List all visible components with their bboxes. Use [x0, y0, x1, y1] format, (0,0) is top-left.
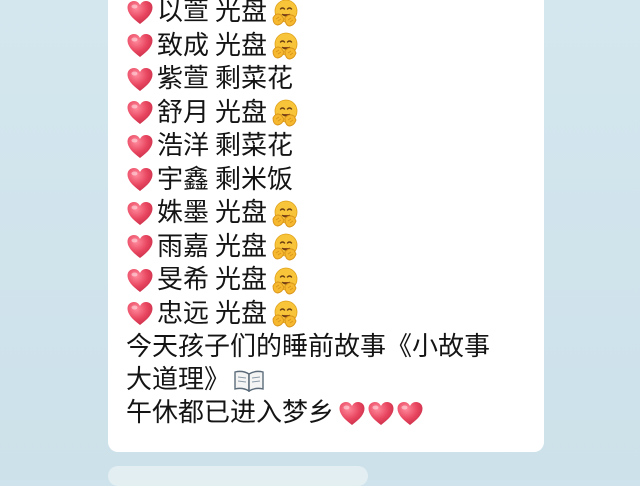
child-name: 致成 [157, 30, 210, 61]
heart-icon [127, 67, 153, 91]
heart-icon [397, 401, 423, 425]
child-name: 忠远 [157, 298, 210, 329]
message-line: 旻希 光盘 [126, 264, 544, 298]
message-list: 以萱 光盘 致成 光盘 紫萱 剩菜花 舒月 光盘 浩洋 剩菜花 宇鑫 剩米饭 姝墨 光盘 雨嘉 光盘 旻希 光盘忠… [126, 0, 544, 331]
meal-status: 光盘 [215, 30, 268, 61]
meal-status: 光盘 [215, 265, 268, 295]
next-message-preview [108, 466, 368, 486]
message-line: 以萱 光盘 [126, 0, 544, 30]
heart-icon [127, 302, 153, 326]
heart-icon [127, 268, 153, 292]
heart-icon [127, 34, 153, 58]
hugging-face-icon [272, 99, 298, 127]
child-name: 雨嘉 [157, 231, 210, 262]
story-line-1: 今天孩子们的睡前故事《小故事 [126, 331, 544, 364]
heart-icon [127, 0, 153, 24]
message-line: 忠远 光盘 [126, 298, 544, 332]
nap-line: 午休都已进入梦乡 [126, 397, 544, 430]
heart-icon [339, 401, 365, 425]
child-name: 宇鑫 [157, 164, 210, 195]
hugging-face-icon [272, 300, 298, 328]
message-line: 舒月 光盘 [126, 97, 544, 131]
message-line: 姝墨 光盘 [126, 197, 544, 231]
meal-status: 光盘 [215, 231, 268, 262]
hugging-face-icon [272, 267, 298, 295]
meal-status: 剩菜花 [215, 64, 294, 94]
child-name: 旻希 [157, 265, 210, 295]
story-text-2: 大道理》 [126, 365, 231, 395]
hugging-face-icon [272, 200, 298, 228]
child-name: 舒月 [157, 97, 210, 128]
nap-hearts [338, 400, 425, 428]
hugging-face-icon [272, 0, 298, 27]
heart-icon [368, 401, 394, 425]
open-book-icon [234, 370, 264, 392]
meal-status: 光盘 [215, 0, 268, 27]
meal-status: 剩米饭 [215, 164, 294, 195]
hugging-face-icon [272, 32, 298, 60]
child-name: 姝墨 [157, 198, 210, 228]
hugging-face-icon [272, 233, 298, 261]
meal-status: 光盘 [215, 97, 268, 128]
heart-icon [127, 101, 153, 125]
message-bubble[interactable]: 以萱 光盘 致成 光盘 紫萱 剩菜花 舒月 光盘 浩洋 剩菜花 宇鑫 剩米饭 姝墨 光盘 雨嘉 光盘 旻希 光盘忠… [108, 0, 544, 452]
message-line: 紫萱 剩菜花 [126, 63, 544, 97]
story-line-2: 大道理》 [126, 364, 544, 397]
child-name: 以萱 [157, 0, 210, 27]
heart-icon [127, 168, 153, 192]
message-line: 宇鑫 剩米饭 [126, 164, 544, 198]
message-line: 雨嘉 光盘 [126, 231, 544, 265]
meal-status: 光盘 [215, 298, 268, 329]
nap-text: 午休都已进入梦乡 [126, 398, 335, 428]
heart-icon [127, 134, 153, 158]
story-text-1: 今天孩子们的睡前故事《小故事 [126, 332, 491, 362]
message-line: 浩洋 剩菜花 [126, 130, 544, 164]
child-name: 浩洋 [157, 131, 210, 161]
message-line: 致成 光盘 [126, 30, 544, 64]
meal-status: 光盘 [215, 198, 268, 228]
heart-icon [127, 235, 153, 259]
child-name: 紫萱 [157, 64, 210, 94]
heart-icon [127, 201, 153, 225]
meal-status: 剩菜花 [215, 131, 294, 161]
